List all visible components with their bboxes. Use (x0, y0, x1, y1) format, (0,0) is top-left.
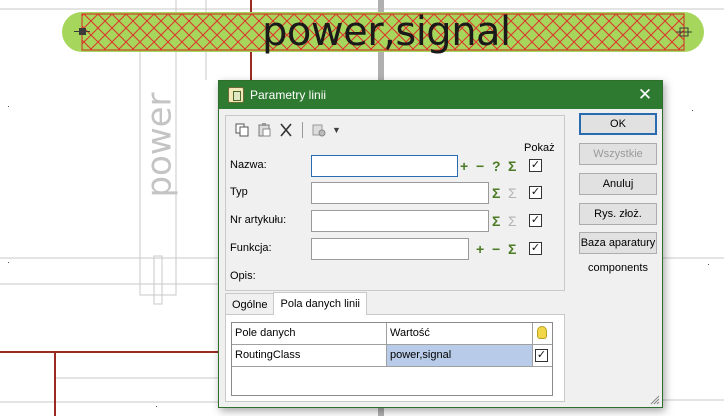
tab-strip: Ogólne Pola danych linii (225, 292, 367, 315)
dialog-title-bar[interactable]: Parametry linii ✕ (219, 81, 662, 109)
sum-icon[interactable]: Σ (492, 212, 500, 230)
nazwa-input[interactable] (311, 155, 458, 177)
opis-label: Opis: (230, 270, 256, 282)
visible-checkbox[interactable]: ✓ (535, 349, 548, 362)
cut-button[interactable] (276, 120, 296, 140)
column-header-visibility[interactable] (533, 323, 552, 345)
sum-icon[interactable]: Σ (508, 240, 516, 258)
anuluj-button[interactable]: Anuluj (579, 173, 657, 195)
field-label-nazwa: Nazwa: (230, 159, 267, 171)
paste-button[interactable] (254, 120, 274, 140)
line-label-vertical-text: power (140, 92, 180, 198)
toolbar-separator (302, 122, 303, 138)
table-row[interactable]: RoutingClass power,signal ✓ (232, 345, 552, 367)
line-label-vertical: power (140, 80, 180, 210)
show-checkbox-funkcja[interactable]: ✓ (529, 242, 542, 255)
funkcja-input[interactable] (311, 238, 469, 260)
field-row-nr-artykulu: Nr artykułu: Σ Σ ✓ (226, 210, 566, 232)
show-checkbox-typ[interactable]: ✓ (529, 186, 542, 199)
sum-disabled-icon: Σ (508, 213, 517, 229)
copy-icon (235, 123, 249, 137)
typ-input[interactable] (311, 182, 489, 204)
toolbar: ▼ (232, 120, 341, 140)
help-icon[interactable]: ? (492, 157, 501, 175)
resize-grip-icon[interactable] (650, 395, 660, 405)
app-icon (228, 87, 244, 103)
remove-icon[interactable]: − (476, 157, 484, 175)
field-label-typ: Typ (230, 186, 248, 198)
nr-artykulu-input[interactable] (311, 210, 489, 232)
sum-icon[interactable]: Σ (508, 157, 516, 175)
cell-field-value[interactable]: power,signal (387, 345, 533, 367)
line-label-horizontal: power,signal (262, 9, 511, 55)
baza-aparatury-button[interactable]: Baza aparatury (579, 232, 657, 254)
paste-icon (258, 123, 271, 137)
column-header-wartosc[interactable]: Wartość (387, 323, 533, 345)
sum-disabled-icon: Σ (508, 185, 517, 201)
cell-visible: ✓ (533, 345, 552, 367)
field-label-funkcja: Funkcja: (230, 242, 272, 254)
column-header-pole-danych[interactable]: Pole danych (232, 323, 387, 345)
cell-field-name[interactable]: RoutingClass (232, 345, 387, 367)
tab-content: Pole danych Wartość RoutingClass power,s… (225, 314, 565, 402)
chevron-down-icon[interactable]: ▼ (332, 125, 341, 135)
field-row-funkcja: Funkcja: + − Σ ✓ (226, 238, 566, 260)
remove-icon[interactable]: − (492, 240, 500, 258)
show-checkbox-nazwa[interactable]: ✓ (529, 159, 542, 172)
add-icon[interactable]: + (476, 240, 484, 258)
sum-icon[interactable]: Σ (492, 184, 500, 202)
properties-panel: ▼ Pokaż Nazwa: + − ? Σ ✓ Typ Σ Σ ✓ Nr ar… (225, 115, 565, 291)
show-checkbox-nr-artykulu[interactable]: ✓ (529, 214, 542, 227)
field-row-nazwa: Nazwa: + − ? Σ ✓ (226, 155, 566, 177)
tab-pola-danych-linii[interactable]: Pola danych linii (273, 292, 367, 315)
lightbulb-icon (537, 326, 547, 339)
close-button[interactable]: ✕ (634, 85, 656, 105)
settings-button[interactable] (309, 120, 329, 140)
field-label-nr-artykulu: Nr artykułu: (230, 214, 287, 226)
rys-zloz-button[interactable]: Rys. złoż. (579, 203, 657, 225)
settings-icon (312, 124, 326, 137)
field-row-typ: Typ Σ Σ ✓ (226, 182, 566, 204)
copy-button[interactable] (232, 120, 252, 140)
pokaz-label: Pokaż (524, 142, 555, 154)
add-icon[interactable]: + (460, 157, 468, 175)
cut-icon (280, 123, 292, 137)
ok-button[interactable]: OK (579, 113, 657, 135)
dialog-title: Parametry linii (250, 88, 327, 102)
tab-ogolne[interactable]: Ogólne (225, 293, 275, 315)
grid-header-row: Pole danych Wartość (232, 323, 552, 345)
data-fields-grid: Pole danych Wartość RoutingClass power,s… (231, 322, 553, 396)
wszystkie-button[interactable]: Wszystkie (579, 143, 657, 165)
components-label: components (588, 262, 648, 274)
close-icon: ✕ (637, 85, 653, 104)
parametry-linii-dialog: Parametry linii ✕ ▼ Pokaż Nazwa: + − ? Σ… (218, 80, 663, 408)
